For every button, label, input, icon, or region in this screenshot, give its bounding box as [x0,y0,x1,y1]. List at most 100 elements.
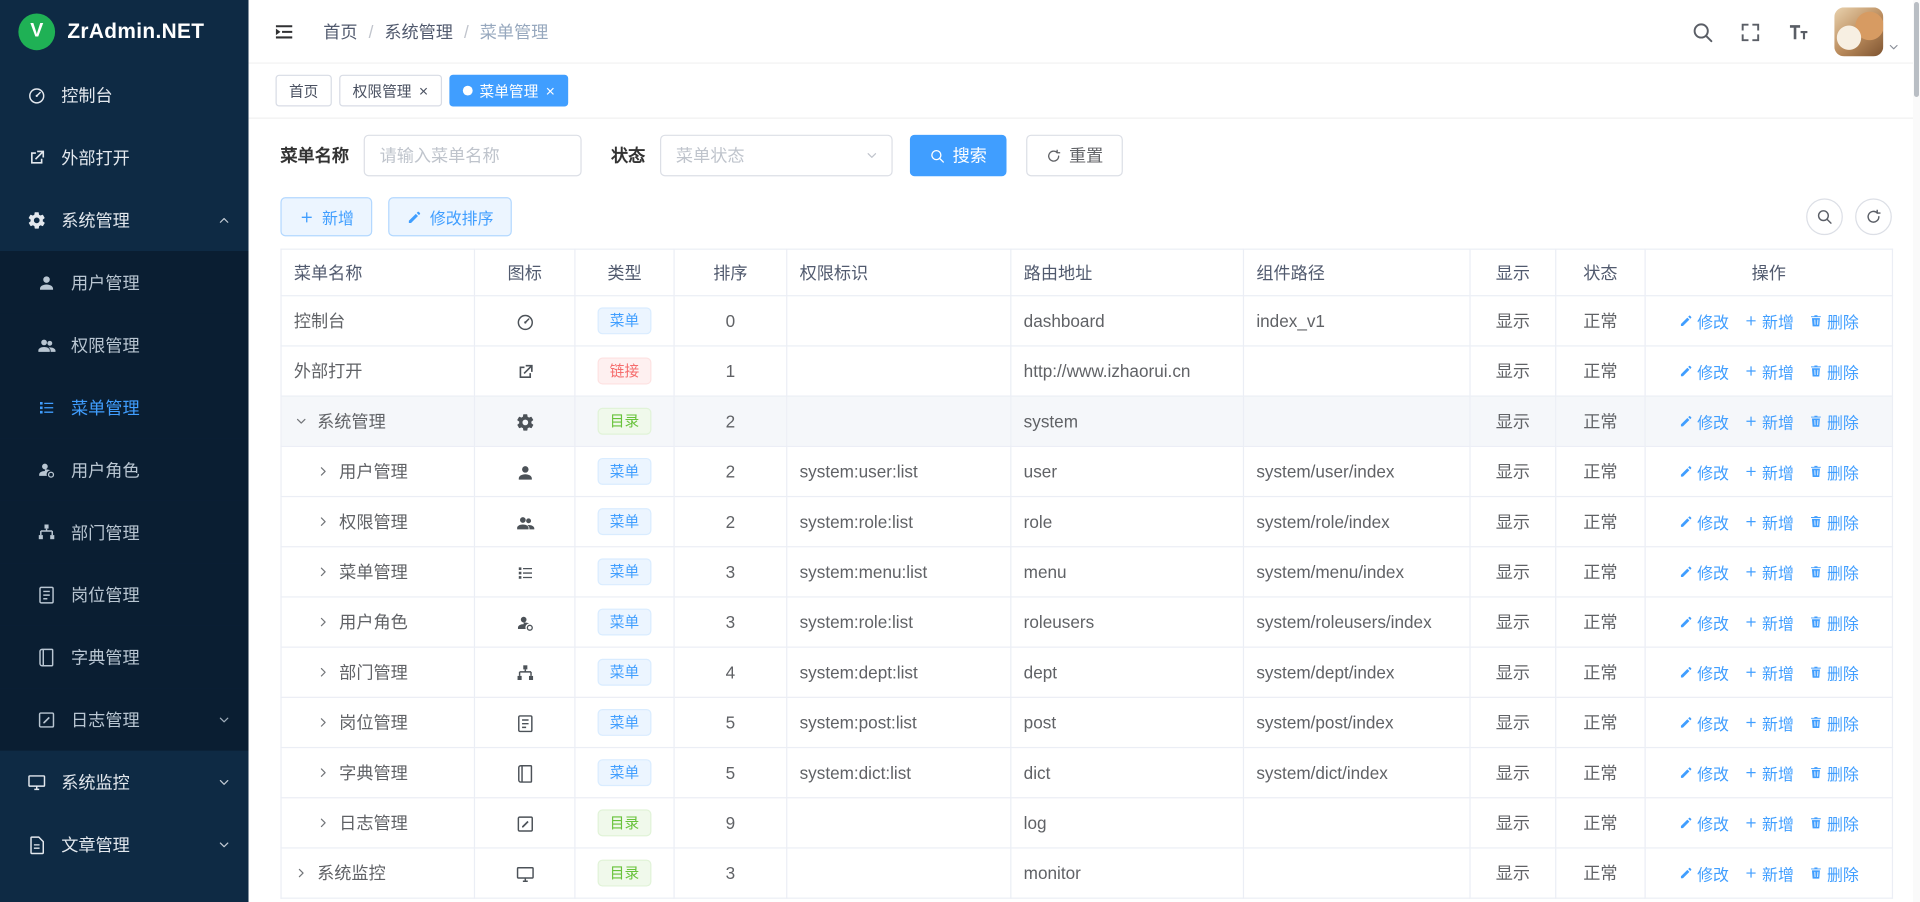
edit-link[interactable]: 修改 [1679,309,1729,332]
edit-link[interactable]: 修改 [1679,359,1729,382]
sidebar-item-控制台[interactable]: 控制台 [0,64,249,126]
row-expand-toggle-icon[interactable] [316,665,333,680]
add-link[interactable]: 新增 [1744,460,1794,483]
edit-link[interactable]: 修改 [1679,711,1729,734]
table-refresh-button[interactable] [1855,198,1892,235]
add-link[interactable]: 新增 [1744,359,1794,382]
user-menu[interactable] [1834,7,1900,56]
edit-link[interactable]: 修改 [1679,761,1729,784]
sidebar-item-label: 控制台 [61,83,112,107]
sidebar: V ZrAdmin.NET 控制台外部打开系统管理用户管理权限管理菜单管理用户角… [0,0,249,902]
delete-link[interactable]: 删除 [1809,661,1859,684]
tab-role-manage[interactable]: 权限管理 × [339,75,441,107]
tab-close-icon[interactable]: × [419,83,428,99]
add-link[interactable]: 新增 [1744,861,1794,884]
sidebar-item-label: 岗位管理 [71,582,140,606]
sidebar-item-文章管理[interactable]: 文章管理 [0,813,249,875]
type-tag: 链接 [598,358,652,385]
breadcrumb-item[interactable]: 系统管理 [384,19,453,43]
delete-link[interactable]: 删除 [1809,510,1859,533]
delete-link[interactable]: 删除 [1809,309,1859,332]
row-expand-toggle-icon[interactable] [316,514,333,529]
fullscreen-icon[interactable] [1739,20,1762,43]
edit-link[interactable]: 修改 [1679,510,1729,533]
sidebar-item-用户管理[interactable]: 用户管理 [0,251,249,313]
edit-link[interactable]: 修改 [1679,460,1729,483]
sidebar-item-字典管理[interactable]: 字典管理 [0,626,249,688]
logo[interactable]: V ZrAdmin.NET [0,0,249,64]
plus-icon [299,209,315,225]
row-expand-toggle-icon[interactable] [316,715,333,730]
sidebar-item-权限管理[interactable]: 权限管理 [0,313,249,375]
add-link[interactable]: 新增 [1744,711,1794,734]
row-expand-toggle-icon[interactable] [316,816,333,831]
edit-icon [1679,816,1694,831]
add-link[interactable]: 新增 [1744,510,1794,533]
status-select[interactable]: 菜单状态 [660,135,893,177]
edit-link[interactable]: 修改 [1679,410,1729,433]
menu-name-label: 菜单名称 [280,143,349,167]
menu-name-input[interactable] [364,135,582,177]
search-icon[interactable] [1691,20,1714,43]
modify-sort-button[interactable]: 修改排序 [388,197,512,236]
tab-home[interactable]: 首页 [276,75,332,107]
sidebar-item-用户角色[interactable]: 用户角色 [0,438,249,500]
edit-link[interactable]: 修改 [1679,610,1729,633]
component-cell [1243,346,1470,396]
delete-link[interactable]: 删除 [1809,359,1859,382]
delete-link[interactable]: 删除 [1809,761,1859,784]
add-link[interactable]: 新增 [1744,761,1794,784]
menu-name-cell: 岗位管理 [339,710,408,734]
tab-menu-manage[interactable]: 菜单管理 × [449,75,569,107]
page-scrollbar[interactable] [1913,0,1920,902]
sidebar-item-部门管理[interactable]: 部门管理 [0,501,249,563]
search-button[interactable]: 搜索 [910,135,1007,177]
breadcrumb-separator: / [464,21,469,41]
add-link[interactable]: 新增 [1744,410,1794,433]
gear-icon [27,210,47,230]
visible-cell: 显示 [1470,547,1556,597]
scrollbar-thumb[interactable] [1914,2,1919,97]
avatar[interactable] [1834,7,1883,56]
reset-button[interactable]: 重置 [1026,135,1123,177]
edit-link[interactable]: 修改 [1679,560,1729,583]
breadcrumb-item[interactable]: 首页 [323,19,357,43]
reset-button-label: 重置 [1069,143,1103,167]
font-size-icon[interactable] [1787,20,1810,43]
row-expand-toggle-icon[interactable] [294,866,311,881]
edit-icon [1679,313,1694,328]
row-expand-toggle-icon[interactable] [316,464,333,479]
delete-link[interactable]: 删除 [1809,811,1859,834]
add-link[interactable]: 新增 [1744,309,1794,332]
add-link[interactable]: 新增 [1744,811,1794,834]
add-button[interactable]: 新增 [280,197,372,236]
delete-link[interactable]: 删除 [1809,861,1859,884]
type-tag: 菜单 [598,558,652,585]
add-link[interactable]: 新增 [1744,661,1794,684]
delete-link[interactable]: 删除 [1809,610,1859,633]
sidebar-item-系统监控[interactable]: 系统监控 [0,751,249,813]
table-search-button[interactable] [1806,198,1843,235]
add-link[interactable]: 新增 [1744,610,1794,633]
sidebar-item-日志管理[interactable]: 日志管理 [0,688,249,750]
row-expand-toggle-icon[interactable] [316,564,333,579]
table-row: 系统管理目录2system显示正常修改新增删除 [281,396,1892,446]
row-expand-toggle-icon[interactable] [316,615,333,630]
delete-link[interactable]: 删除 [1809,711,1859,734]
sidebar-item-菜单管理[interactable]: 菜单管理 [0,376,249,438]
delete-link[interactable]: 删除 [1809,560,1859,583]
sidebar-item-岗位管理[interactable]: 岗位管理 [0,563,249,625]
tab-close-icon[interactable]: × [546,83,555,99]
delete-link[interactable]: 删除 [1809,410,1859,433]
edit-link[interactable]: 修改 [1679,811,1729,834]
edit-link[interactable]: 修改 [1679,861,1729,884]
menu-fold-icon[interactable] [272,19,296,43]
add-link[interactable]: 新增 [1744,560,1794,583]
sidebar-item-外部打开[interactable]: 外部打开 [0,126,249,188]
sort-cell: 9 [674,798,787,848]
row-expand-toggle-icon[interactable] [294,414,311,429]
sidebar-item-系统管理[interactable]: 系统管理 [0,189,249,251]
delete-link[interactable]: 删除 [1809,460,1859,483]
edit-link[interactable]: 修改 [1679,661,1729,684]
row-expand-toggle-icon[interactable] [316,765,333,780]
